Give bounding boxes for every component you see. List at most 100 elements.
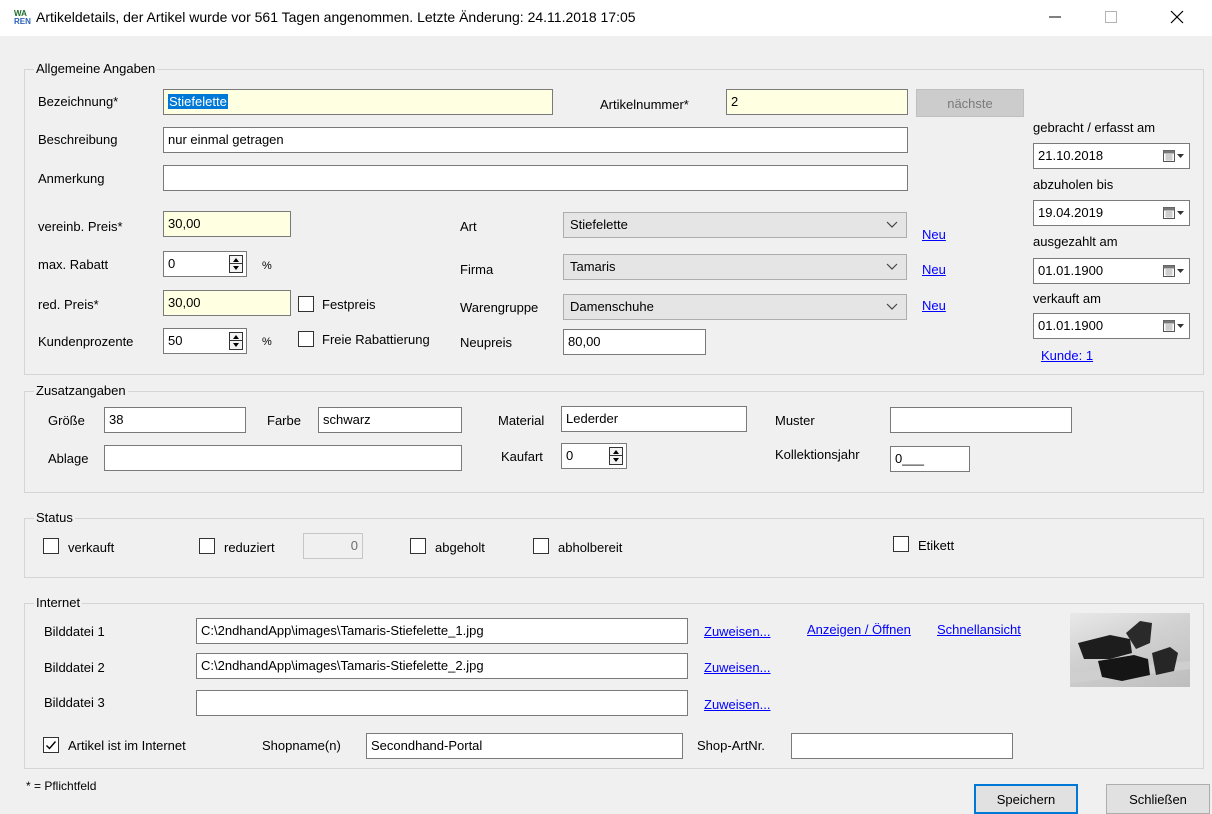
redpreis-label: red. Preis* <box>38 297 99 312</box>
ablage-input[interactable] <box>104 445 462 471</box>
muster-label: Muster <box>775 413 815 428</box>
gebracht-date[interactable]: 21.10.2018 <box>1033 143 1190 169</box>
calendar-icon[interactable] <box>1163 205 1185 221</box>
material-input[interactable]: Lederder <box>561 406 747 432</box>
extra-legend: Zusatzangaben <box>34 383 128 398</box>
preis-input[interactable]: 30,00 <box>163 211 291 237</box>
internet-legend: Internet <box>34 595 83 610</box>
kaufart-input[interactable]: 0 <box>561 443 627 469</box>
kaufart-value: 0 <box>566 448 574 463</box>
neupreis-input[interactable]: 80,00 <box>563 329 706 355</box>
bild3-zuweisen-link[interactable]: Zuweisen... <box>704 697 770 712</box>
chevron-down-icon <box>886 258 900 276</box>
boots-image <box>1070 621 1190 683</box>
spin-up-icon[interactable] <box>230 333 242 341</box>
artikelnummer-label: Artikelnummer* <box>600 97 689 112</box>
gebracht-label: gebracht / erfasst am <box>1033 120 1156 135</box>
anmerkung-input[interactable] <box>163 165 908 191</box>
bild2-input[interactable]: C:\2ndhandApp\images\Tamaris-Stiefelette… <box>196 653 688 679</box>
kunde-link[interactable]: Kunde: 1 <box>1041 348 1093 363</box>
festpreis-checkbox[interactable] <box>298 296 314 312</box>
groesse-label: Größe <box>48 413 85 428</box>
shopname-input[interactable]: Secondhand-Portal <box>366 733 683 759</box>
kundenprozente-label: Kundenprozente <box>38 334 134 349</box>
app-icon-bottom: REN <box>14 17 31 26</box>
kundenprozente-unit: % <box>262 336 272 348</box>
firma-neu-link[interactable]: Neu <box>922 262 946 277</box>
chevron-down-icon <box>886 216 900 234</box>
kaufart-spinner[interactable] <box>609 447 623 465</box>
maximize-button[interactable] <box>1088 0 1134 34</box>
ausgezahlt-date[interactable]: 01.01.1900 <box>1033 258 1190 284</box>
bezeichnung-input[interactable]: Stiefelette <box>163 89 553 115</box>
verkauft-am-date[interactable]: 01.01.1900 <box>1033 313 1190 339</box>
abholbereit-checkbox[interactable] <box>533 538 549 554</box>
checkmark-icon <box>46 741 57 750</box>
art-neu-link[interactable]: Neu <box>922 227 946 242</box>
kundenprozente-value: 50 <box>168 333 183 348</box>
farbe-input[interactable]: schwarz <box>318 407 462 433</box>
bild2-zuweisen-link[interactable]: Zuweisen... <box>704 660 770 675</box>
spin-up-icon[interactable] <box>230 256 242 264</box>
close-button[interactable] <box>1154 0 1200 34</box>
abgeholt-checkbox[interactable] <box>410 538 426 554</box>
spin-down-icon[interactable] <box>610 456 622 464</box>
save-button[interactable]: Speichern <box>974 784 1078 814</box>
warengruppe-label: Warengruppe <box>460 300 539 315</box>
bild3-input[interactable] <box>196 690 688 716</box>
bezeichnung-value: Stiefelette <box>168 94 228 109</box>
window-title: Artikeldetails, der Artikel wurde vor 56… <box>36 9 636 25</box>
rabatt-unit: % <box>262 260 272 272</box>
reduziert-checkbox[interactable] <box>199 538 215 554</box>
app-icon: WA REN <box>14 10 34 28</box>
product-thumbnail[interactable] <box>1070 613 1190 687</box>
gebracht-value: 21.10.2018 <box>1038 148 1104 163</box>
muster-input[interactable] <box>890 407 1072 433</box>
preis-label: vereinb. Preis* <box>38 219 123 234</box>
etikett-label: Etikett <box>918 538 955 553</box>
im-internet-checkbox[interactable] <box>43 737 59 753</box>
abzuholen-date[interactable]: 19.04.2019 <box>1033 200 1190 226</box>
close-dialog-button[interactable]: Schließen <box>1106 784 1210 814</box>
art-select[interactable]: Stiefelette <box>563 212 907 238</box>
etikett-checkbox[interactable] <box>893 536 909 552</box>
calendar-icon[interactable] <box>1163 318 1185 334</box>
status-legend: Status <box>34 510 75 525</box>
rabatt-spinner[interactable] <box>229 255 243 273</box>
freie-rabattierung-label: Freie Rabattierung <box>322 332 430 347</box>
minimize-button[interactable] <box>1032 0 1078 34</box>
ablage-label: Ablage <box>48 451 89 466</box>
bild1-zuweisen-link[interactable]: Zuweisen... <box>704 624 770 639</box>
shopartnr-input[interactable] <box>791 733 1013 759</box>
verkauft-checkbox[interactable] <box>43 538 59 554</box>
anzeigen-oeffnen-link[interactable]: Anzeigen / Öffnen <box>807 622 911 637</box>
schnellansicht-link[interactable]: Schnellansicht <box>937 622 1021 637</box>
freie-rabattierung-checkbox[interactable] <box>298 331 314 347</box>
verkauft-am-label: verkauft am <box>1033 291 1101 306</box>
beschreibung-input[interactable]: nur einmal getragen <box>163 127 908 153</box>
kollektion-input[interactable]: 0___ <box>890 446 970 472</box>
ausgezahlt-value: 01.01.1900 <box>1038 263 1104 278</box>
calendar-icon[interactable] <box>1163 148 1185 164</box>
rabatt-input[interactable]: 0 <box>163 251 247 277</box>
rabatt-value: 0 <box>168 256 176 271</box>
bild1-input[interactable]: C:\2ndhandApp\images\Tamaris-Stiefelette… <box>196 618 688 644</box>
firma-select[interactable]: Tamaris <box>563 254 907 280</box>
kollektion-label: Kollektionsjahr <box>775 447 860 462</box>
spin-down-icon[interactable] <box>230 341 242 349</box>
warengruppe-neu-link[interactable]: Neu <box>922 298 946 313</box>
reduziert-input[interactable]: 0 <box>303 533 363 559</box>
calendar-icon[interactable] <box>1163 263 1185 279</box>
bild2-label: Bilddatei 2 <box>44 660 105 675</box>
groesse-input[interactable]: 38 <box>104 407 246 433</box>
anmerkung-label: Anmerkung <box>38 171 105 186</box>
festpreis-label: Festpreis <box>322 297 376 312</box>
warengruppe-select[interactable]: Damenschuhe <box>563 294 907 320</box>
kundenprozente-spinner[interactable] <box>229 332 243 350</box>
naechste-button[interactable]: nächste <box>916 89 1024 117</box>
spin-down-icon[interactable] <box>230 264 242 272</box>
kundenprozente-input[interactable]: 50 <box>163 328 247 354</box>
artikelnummer-input[interactable]: 2 <box>726 89 908 115</box>
spin-up-icon[interactable] <box>610 448 622 456</box>
redpreis-input[interactable]: 30,00 <box>163 290 291 316</box>
